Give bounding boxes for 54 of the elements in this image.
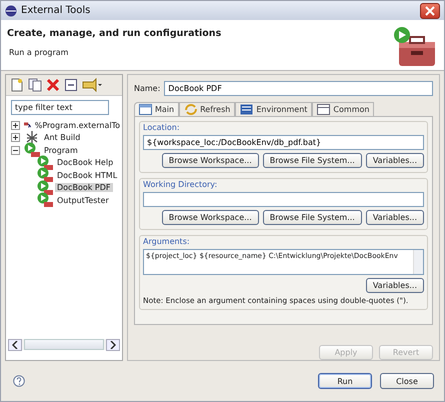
program-run-icon xyxy=(24,142,40,158)
ant-icon xyxy=(24,130,40,146)
common-tab-icon xyxy=(317,103,330,116)
tree-item[interactable]: DocBook PDF xyxy=(55,183,112,192)
browse-button[interactable]: Variables... xyxy=(366,278,424,293)
text-field[interactable]: ${workspace_loc:/DocBookEnv/db_pdf.bat} xyxy=(143,135,424,150)
program-run-icon xyxy=(37,167,53,184)
dialog-button[interactable]: Run xyxy=(318,373,372,389)
close-icon xyxy=(425,6,435,16)
browse-button[interactable]: Browse Workspace... xyxy=(162,153,259,168)
browse-button[interactable]: Browse Workspace... xyxy=(162,210,259,225)
group-title: Arguments: xyxy=(143,237,191,246)
dialog-button[interactable]: Close xyxy=(380,373,434,389)
browse-button[interactable]: Variables... xyxy=(366,153,424,168)
tree-item[interactable]: %Program.externalTo xyxy=(32,120,122,130)
filter-field[interactable]: type filter text xyxy=(11,100,109,115)
header-subtitle: Run a program xyxy=(8,48,70,57)
refresh-icon xyxy=(184,103,198,116)
group-title: Working Directory: xyxy=(143,180,218,189)
environment-icon xyxy=(240,103,254,116)
tab[interactable]: Environment xyxy=(235,102,312,116)
vertical-scrollbar[interactable] xyxy=(413,250,423,274)
window-title: External Tools xyxy=(21,5,92,16)
tree-item[interactable]: Ant Build xyxy=(42,133,82,142)
header-title: Create, manage, and run configurations xyxy=(7,28,222,39)
program-run-icon xyxy=(37,154,53,171)
tree-item[interactable]: DocBook HTML xyxy=(55,170,120,180)
app-icon xyxy=(5,4,17,16)
program-run-icon xyxy=(37,180,53,196)
tree-item[interactable]: DocBook Help xyxy=(55,158,116,168)
horizontal-scrollbar[interactable] xyxy=(8,339,120,350)
tree-item[interactable]: OutputTester xyxy=(55,196,111,205)
help-icon xyxy=(13,375,25,387)
tab[interactable]: Main xyxy=(134,102,180,116)
main-tab-icon xyxy=(139,103,152,116)
name-field[interactable]: DocBook PDF xyxy=(164,81,433,96)
scroll-left-button[interactable] xyxy=(8,338,22,350)
scroll-thumb[interactable] xyxy=(24,339,104,350)
tree-item[interactable]: Program xyxy=(42,146,80,155)
browse-button[interactable]: Browse File System... xyxy=(262,153,362,168)
group-title: Location: xyxy=(143,123,181,132)
new-file-icon xyxy=(10,78,24,92)
collapse-icon xyxy=(64,78,78,92)
text-field[interactable] xyxy=(143,192,424,207)
tab[interactable]: Common xyxy=(312,102,374,116)
browse-button[interactable]: Variables... xyxy=(366,210,424,225)
delete-icon xyxy=(46,78,60,92)
browse-button[interactable]: Browse File System... xyxy=(262,210,362,225)
scroll-right-button[interactable] xyxy=(106,338,120,350)
program-run-icon xyxy=(37,192,53,208)
close-button[interactable] xyxy=(420,2,440,18)
copy-icon xyxy=(28,78,42,92)
tab[interactable]: Refresh xyxy=(179,102,236,116)
name-label: Name: xyxy=(134,84,160,93)
